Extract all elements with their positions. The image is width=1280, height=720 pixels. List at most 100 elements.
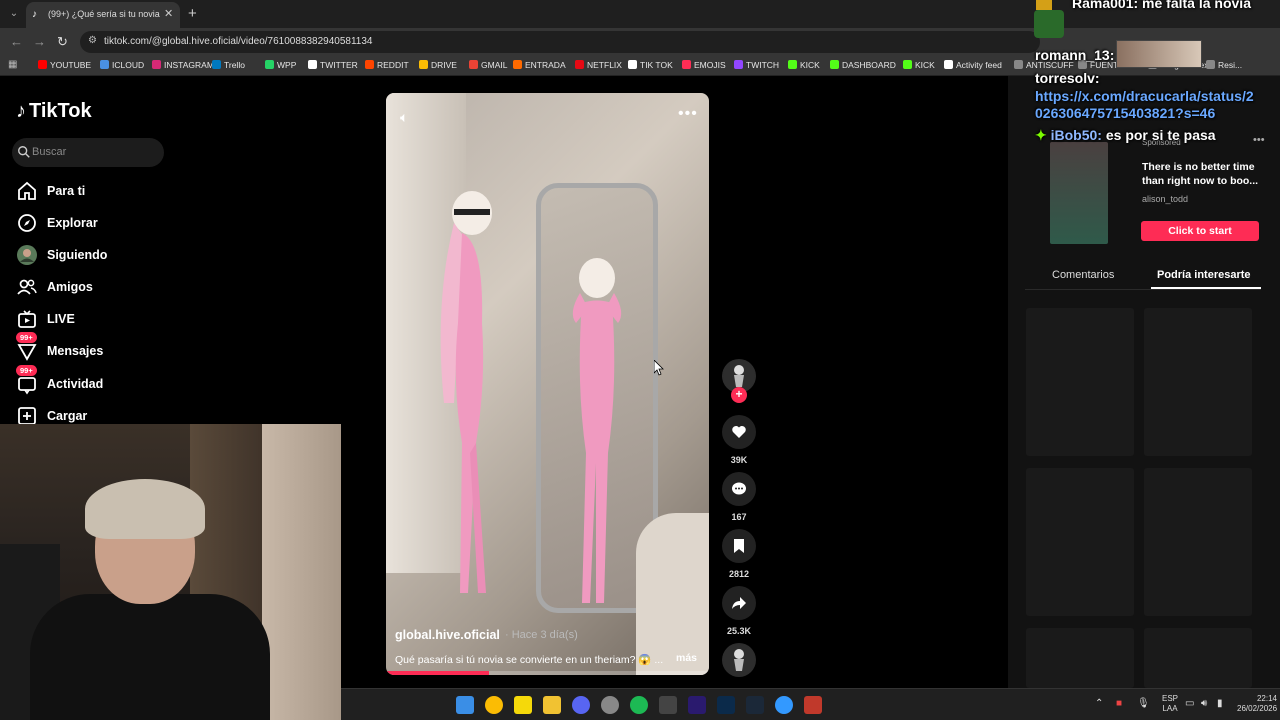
nav-para-ti[interactable]: Para ti xyxy=(16,180,216,204)
tiktok-logo[interactable]: ♪ TikTok xyxy=(16,100,92,123)
site-info-icon[interactable]: ⚙ xyxy=(88,35,97,46)
bookmark-item[interactable]: EMOJIS xyxy=(682,60,726,70)
more-options-icon[interactable]: ••• xyxy=(678,105,698,123)
like-button[interactable]: 39K xyxy=(722,415,756,465)
bookmark-item[interactable]: Trello xyxy=(212,60,245,70)
language-indicator[interactable]: ESP LAA xyxy=(1162,694,1178,714)
share-button[interactable]: 25.3K xyxy=(722,586,756,636)
ad-menu-icon[interactable]: ••• xyxy=(1253,134,1265,146)
back-icon[interactable]: ← xyxy=(10,34,23,49)
video-progress-bar[interactable] xyxy=(386,671,709,675)
bookmark-item[interactable]: REDDIT xyxy=(365,60,409,70)
search-input[interactable]: Buscar xyxy=(32,146,66,158)
tab-search-icon[interactable]: ⌄ xyxy=(6,6,22,22)
nav-mensajes[interactable]: 99+ Mensajes xyxy=(16,332,216,364)
caption-more-button[interactable]: más xyxy=(676,652,697,664)
nav-siguiendo[interactable]: Siguiendo xyxy=(16,244,216,268)
bookmark-item[interactable]: WPP xyxy=(265,60,296,70)
music-disc[interactable] xyxy=(722,643,756,677)
suggested-video-thumb[interactable] xyxy=(1144,308,1252,456)
nav-explorar[interactable]: Explorar xyxy=(16,212,216,236)
video-author[interactable]: global.hive.oficial xyxy=(395,628,500,642)
file-explorer-icon[interactable] xyxy=(543,696,561,714)
windows-start-icon[interactable] xyxy=(456,696,474,714)
app-icon[interactable] xyxy=(775,696,793,714)
clock[interactable]: 22:14 26/02/2026 xyxy=(1237,694,1277,714)
ad-cta-button[interactable]: Click to start xyxy=(1141,221,1259,241)
bookmark-item[interactable]: ENTRADA xyxy=(513,60,566,70)
tab-interest[interactable]: Podría interesarte xyxy=(1157,269,1251,281)
obs-icon[interactable] xyxy=(601,696,619,714)
browser-tab[interactable]: ♪ (99+) ¿Qué sería si tu novia ✕ xyxy=(26,2,180,28)
steam-icon[interactable] xyxy=(746,696,764,714)
sponsored-ad[interactable]: Sponsored ••• There is no better time th… xyxy=(1024,132,1265,247)
bookmark-item[interactable]: GMAIL xyxy=(469,60,507,70)
nav-actividad[interactable]: 99+ Actividad xyxy=(16,365,216,397)
bookmark-label: Trello xyxy=(224,60,245,70)
bookmark-item[interactable]: INSTAGRAM xyxy=(152,60,214,70)
bookmark-item[interactable]: DRIVE xyxy=(419,60,457,70)
nav-live[interactable]: LIVE xyxy=(16,308,216,332)
close-tab-icon[interactable]: ✕ xyxy=(164,7,173,20)
premiere-icon[interactable] xyxy=(688,696,706,714)
bookmark-icon xyxy=(734,539,744,553)
bookmark-item[interactable]: Activity feed xyxy=(944,60,1002,70)
spotify-icon[interactable] xyxy=(630,696,648,714)
suggested-video-thumb[interactable] xyxy=(1026,628,1134,688)
battery-icon[interactable]: ▮ xyxy=(1217,698,1223,709)
apps-grid-icon[interactable]: ▦ xyxy=(8,59,17,70)
bookmark-item[interactable]: YOUTUBE xyxy=(38,60,91,70)
nav-label: Explorar xyxy=(47,216,98,230)
new-tab-button[interactable]: + xyxy=(188,5,197,22)
volume-icon[interactable]: 🔈︎ xyxy=(400,109,408,126)
discord-icon[interactable] xyxy=(572,696,590,714)
forward-icon[interactable]: → xyxy=(33,34,46,49)
suggested-video-thumb[interactable] xyxy=(1026,308,1134,456)
nav-amigos[interactable]: Amigos xyxy=(16,276,216,300)
bookmark-label: YOUTUBE xyxy=(50,60,92,70)
bookmark-item[interactable]: KICK xyxy=(788,60,820,70)
network-icon[interactable]: ▭ xyxy=(1185,698,1194,709)
microphone-icon[interactable]: 🎙︎ xyxy=(1137,698,1150,709)
tray-app-icon[interactable]: ■ xyxy=(1116,698,1122,709)
reload-icon[interactable]: ↻ xyxy=(57,34,68,50)
url-bar[interactable]: ⚙ tiktok.com/@global.hive.oficial/video/… xyxy=(80,31,1040,53)
music-disc-icon xyxy=(723,644,755,676)
sticky-notes-icon[interactable] xyxy=(514,696,532,714)
photoshop-icon[interactable] xyxy=(717,696,735,714)
bookmark-favicon-icon xyxy=(469,60,478,69)
url-text[interactable]: tiktok.com/@global.hive.oficial/video/76… xyxy=(104,36,373,47)
video-player[interactable]: 🔈︎ ••• global.hive.oficial · Hace 3 día(… xyxy=(386,93,709,675)
suggested-video-thumb[interactable] xyxy=(1026,468,1134,616)
follow-button[interactable]: + xyxy=(731,387,747,403)
ad-thumbnail[interactable] xyxy=(1050,142,1108,244)
bookmark-item[interactable]: ICLOUD xyxy=(100,60,144,70)
bookmark-item[interactable]: DASHBOARD xyxy=(830,60,896,70)
tiktok-note-icon: ♪ xyxy=(16,100,26,122)
chat-star-icon: ✦ xyxy=(1035,127,1047,143)
bookmark-item[interactable]: TWITTER xyxy=(308,60,358,70)
bookmark-item[interactable]: KICK xyxy=(903,60,935,70)
tiktok-favicon-icon: ♪ xyxy=(32,9,37,20)
chat-link-line: https://x.com/dracucarla/status/2 xyxy=(1035,88,1254,104)
bookmark-label: ICLOUD xyxy=(112,60,145,70)
search-box[interactable]: Buscar xyxy=(12,138,164,167)
comment-button[interactable]: 167 xyxy=(722,472,756,522)
suggested-video-thumb[interactable] xyxy=(1144,468,1252,616)
tray-chevron-icon[interactable]: ⌃ xyxy=(1095,698,1103,709)
tab-comments[interactable]: Comentarios xyxy=(1052,269,1114,281)
chat-user: torresolv: xyxy=(1035,70,1100,86)
app-icon[interactable] xyxy=(659,696,677,714)
suggested-video-thumb[interactable] xyxy=(1144,628,1252,688)
ad-handle[interactable]: alison_todd xyxy=(1142,194,1188,204)
chrome-icon[interactable] xyxy=(485,696,503,714)
bookmark-label: TIK TOK xyxy=(640,60,673,70)
speaker-icon[interactable]: 🔊︎ xyxy=(1201,698,1207,709)
bookmark-item[interactable]: Resi... xyxy=(1206,60,1242,70)
bookmark-item[interactable]: TIK TOK xyxy=(628,60,673,70)
voicemod-icon[interactable] xyxy=(804,696,822,714)
video-progress-fill xyxy=(386,671,490,675)
save-button[interactable]: 2812 xyxy=(722,529,756,579)
bookmark-item[interactable]: NETFLIX xyxy=(575,60,622,70)
bookmark-item[interactable]: TWITCH xyxy=(734,60,779,70)
